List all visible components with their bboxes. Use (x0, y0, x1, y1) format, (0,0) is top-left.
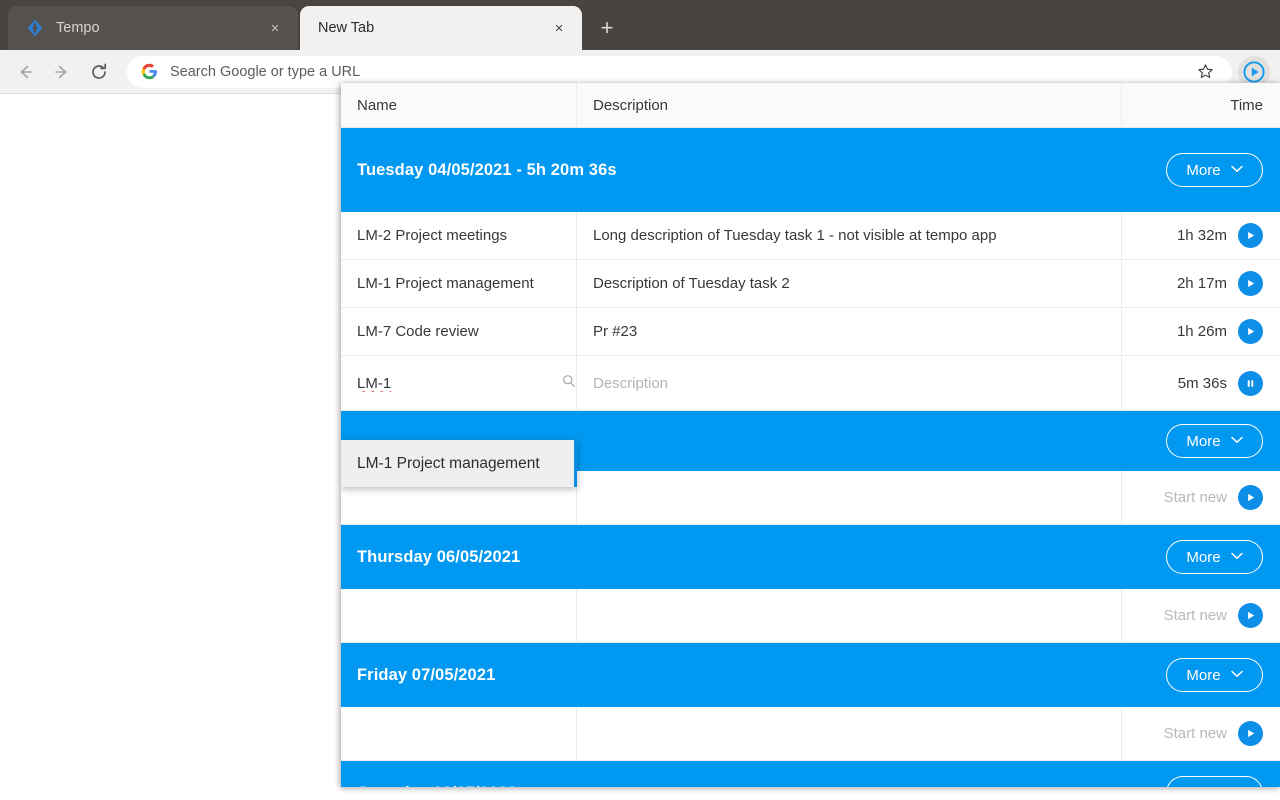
day-label: Thursday 06/05/2021 (357, 547, 521, 566)
play-icon[interactable] (1238, 603, 1263, 628)
chevron-down-icon (1230, 668, 1243, 680)
pause-icon[interactable] (1238, 370, 1263, 396)
start-new-description-cell (577, 471, 1122, 524)
start-new-label: Start new (1163, 489, 1227, 506)
chevron-down-icon (1230, 550, 1243, 562)
entry-name: LM-1 Project management (341, 260, 577, 307)
entry-time: 2h 17m (1176, 275, 1227, 292)
chevron-down-icon (1231, 786, 1243, 787)
start-new-label: Start new (1163, 607, 1227, 624)
column-header-name: Name (341, 83, 577, 128)
start-new-row[interactable]: Start new (341, 707, 1280, 761)
new-tab-button[interactable]: + (592, 13, 622, 43)
table-row[interactable]: LM-7 Code review Pr #23 1h 26m (341, 308, 1280, 356)
table-header: Name Description Time (341, 83, 1280, 128)
day-header-thursday: Thursday 06/05/2021 More (341, 525, 1280, 589)
tab-new-tab[interactable]: New Tab × (300, 6, 582, 50)
autocomplete-option[interactable]: LM-1 Project management (341, 440, 577, 487)
entry-time-cell: 2h 17m (1122, 260, 1280, 307)
entry-time: 1h 32m (1176, 227, 1227, 244)
more-button-friday[interactable]: More (1166, 658, 1263, 692)
chevron-down-icon (1230, 163, 1243, 175)
more-button-tuesday[interactable]: More (1166, 153, 1263, 187)
back-icon[interactable] (10, 57, 40, 87)
more-button-tuesday-secondary[interactable]: More (1166, 424, 1263, 458)
play-icon[interactable] (1238, 223, 1263, 248)
column-header-time: Time (1230, 96, 1263, 114)
more-button-label: More (1186, 432, 1221, 450)
table-row[interactable]: LM-1 Project management Description of T… (341, 260, 1280, 308)
more-button-thursday[interactable]: More (1166, 540, 1263, 574)
table-row[interactable]: LM-2 Project meetings Long description o… (341, 212, 1280, 260)
forward-icon[interactable] (47, 57, 77, 87)
more-button-label: More (1186, 666, 1221, 684)
start-new-time-cell: Start new (1122, 471, 1280, 524)
close-icon[interactable]: × (264, 17, 286, 39)
active-timer-row[interactable]: 5m 36s (341, 356, 1280, 411)
entry-time: 1h 26m (1176, 323, 1227, 340)
page-content: Name Description Time Tuesday 04/05/2021… (0, 83, 1280, 800)
start-new-name-cell (341, 707, 577, 760)
tab-strip: Tempo × New Tab × + (0, 0, 1280, 50)
column-header-description: Description (577, 83, 1122, 128)
day-header-tuesday: Tuesday 04/05/2021 - 5h 20m 36s More (341, 128, 1280, 212)
search-icon (562, 374, 576, 392)
table-body: Tuesday 04/05/2021 - 5h 20m 36s More LM-… (341, 128, 1280, 787)
tab-title-new-tab: New Tab (318, 20, 375, 36)
day-label: Saturday 08/05/2021 (357, 784, 517, 788)
task-name-search-input[interactable] (357, 374, 556, 392)
start-new-description-cell (577, 707, 1122, 760)
google-g-icon (141, 63, 158, 80)
start-new-time-cell: Start new (1122, 707, 1280, 760)
active-entry-time: 5m 36s (1177, 374, 1227, 392)
active-name-cell (341, 356, 577, 410)
chevron-down-icon (1230, 434, 1243, 446)
entry-time-cell: 1h 32m (1122, 212, 1280, 259)
tempo-logo-icon (26, 19, 44, 37)
omnibox-placeholder-text: Search Google or type a URL (170, 63, 361, 80)
close-icon[interactable]: × (548, 17, 570, 39)
active-description-cell (577, 356, 1122, 410)
entry-description: Pr #23 (577, 308, 1122, 355)
start-new-row[interactable]: Start new (341, 589, 1280, 643)
entry-description: Description of Tuesday task 2 (577, 260, 1122, 307)
play-icon[interactable] (1238, 721, 1263, 746)
active-time-cell: 5m 36s (1122, 356, 1280, 410)
more-button-label: More (1186, 161, 1221, 179)
tempo-popup-panel: Name Description Time Tuesday 04/05/2021… (341, 83, 1280, 787)
day-header-friday: Friday 07/05/2021 More (341, 643, 1280, 707)
tab-title-tempo: Tempo (56, 20, 100, 36)
start-new-description-cell (577, 589, 1122, 642)
more-button-saturday[interactable]: More (1166, 776, 1263, 787)
start-new-label: Start new (1163, 725, 1227, 742)
day-label: Friday 07/05/2021 (357, 665, 496, 684)
tab-tempo[interactable]: Tempo × (8, 6, 298, 50)
day-header-saturday: Saturday 08/05/2021 More (341, 761, 1280, 787)
play-icon[interactable] (1238, 485, 1263, 510)
reload-icon[interactable] (84, 57, 114, 87)
play-icon[interactable] (1238, 319, 1263, 344)
entry-name: LM-2 Project meetings (341, 212, 577, 259)
more-button-label: More (1186, 785, 1220, 788)
start-new-time-cell: Start new (1122, 589, 1280, 642)
play-icon[interactable] (1238, 271, 1263, 296)
task-description-input[interactable] (593, 374, 1105, 392)
task-autocomplete-dropdown: LM-1 Project management (341, 440, 577, 487)
browser-window: Tempo × New Tab × + Search Google or typ… (0, 0, 1280, 800)
more-button-label: More (1186, 548, 1221, 566)
start-new-name-cell (341, 589, 577, 642)
entry-time-cell: 1h 26m (1122, 308, 1280, 355)
entry-description: Long description of Tuesday task 1 - not… (577, 212, 1122, 259)
entry-name: LM-7 Code review (341, 308, 577, 355)
day-label: Tuesday 04/05/2021 - 5h 20m 36s (357, 160, 617, 179)
bookmark-star-icon[interactable] (1192, 59, 1218, 85)
